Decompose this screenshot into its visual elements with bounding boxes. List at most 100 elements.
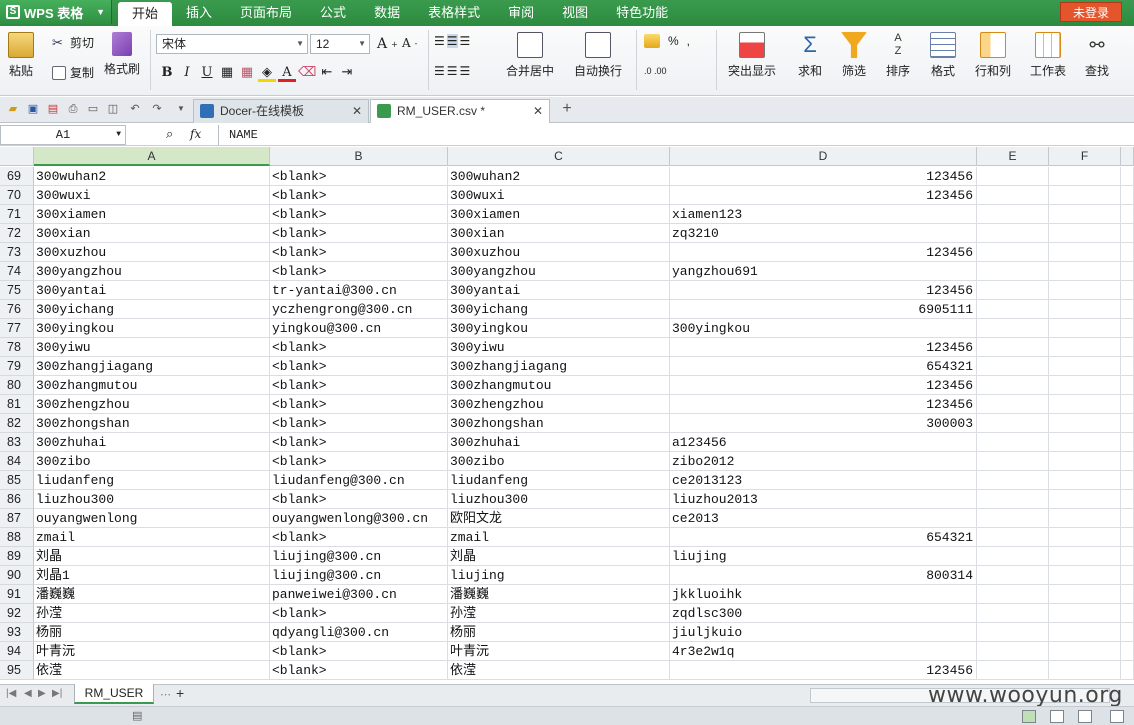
cell-a[interactable]: 300xiamen <box>34 205 270 224</box>
cell-f[interactable] <box>1049 186 1121 205</box>
preview-icon[interactable]: ◫ <box>106 102 120 116</box>
cell-a[interactable]: 300wuhan2 <box>34 167 270 186</box>
cell-d[interactable]: 4r3e2w1q <box>670 642 977 661</box>
zoom-icon[interactable]: ⌕ <box>166 126 173 142</box>
cell-b[interactable]: <blank> <box>270 167 448 186</box>
cell-c[interactable]: 300yingkou <box>448 319 670 338</box>
cell-b[interactable]: <blank> <box>270 395 448 414</box>
cell-c[interactable]: 依滢 <box>448 661 670 680</box>
cell-a[interactable]: 叶青沅 <box>34 642 270 661</box>
cell-c[interactable]: 300yantai <box>448 281 670 300</box>
cell-d[interactable]: 123456 <box>670 395 977 414</box>
cell-f[interactable] <box>1049 585 1121 604</box>
cell-c[interactable]: 刘晶 <box>448 547 670 566</box>
align-middle-icon[interactable]: ☰ <box>446 34 458 48</box>
fill-color-icon[interactable]: ◈ <box>258 64 276 82</box>
percent-button[interactable]: % <box>668 34 679 48</box>
cell-f[interactable] <box>1049 395 1121 414</box>
row-header[interactable]: 85 <box>0 471 34 490</box>
cell-e[interactable] <box>977 243 1049 262</box>
cell-e[interactable] <box>977 262 1049 281</box>
cell-a[interactable]: 刘晶 <box>34 547 270 566</box>
next-sheet-icon[interactable]: ▶ <box>38 688 46 699</box>
row-header[interactable]: 69 <box>0 167 34 186</box>
row-header[interactable]: 76 <box>0 300 34 319</box>
tab-docer[interactable]: Docer-在线模板 ✕ <box>193 99 369 123</box>
row-header[interactable]: 87 <box>0 509 34 528</box>
indent-increase-icon[interactable]: ⇥ <box>338 64 356 82</box>
cell-a[interactable]: 孙滢 <box>34 604 270 623</box>
cell-b[interactable]: liujing@300.cn <box>270 566 448 585</box>
cell-c[interactable]: 300xian <box>448 224 670 243</box>
cell-f[interactable] <box>1049 604 1121 623</box>
cell-d[interactable]: 123456 <box>670 167 977 186</box>
italic-button[interactable]: I <box>178 64 196 82</box>
column-header-a[interactable]: A <box>34 147 270 166</box>
cell-f[interactable] <box>1049 224 1121 243</box>
cell-c[interactable]: 杨丽 <box>448 623 670 642</box>
cell-c[interactable]: liujing <box>448 566 670 585</box>
cell-a[interactable]: 300yichang <box>34 300 270 319</box>
cell-d[interactable]: 300003 <box>670 414 977 433</box>
cell-c[interactable]: 300yangzhou <box>448 262 670 281</box>
quick-access-menu-icon[interactable]: ▼ <box>174 102 188 116</box>
cell-e[interactable] <box>977 376 1049 395</box>
cell-b[interactable]: liudanfeng@300.cn <box>270 471 448 490</box>
fx-icon[interactable]: fx <box>190 127 201 141</box>
highlight-button[interactable]: 突出显示 <box>728 32 776 79</box>
cell-f[interactable] <box>1049 414 1121 433</box>
cell-f[interactable] <box>1049 642 1121 661</box>
row-header[interactable]: 74 <box>0 262 34 281</box>
print-icon[interactable]: ⎙ <box>66 102 80 116</box>
cell-a[interactable]: ouyangwenlong <box>34 509 270 528</box>
row-header[interactable]: 81 <box>0 395 34 414</box>
font-name-select[interactable]: 宋体 ▼ <box>156 34 308 54</box>
cell-f[interactable] <box>1049 452 1121 471</box>
cell-e[interactable] <box>977 528 1049 547</box>
cell-f[interactable] <box>1049 243 1121 262</box>
cell-a[interactable]: 300yangzhou <box>34 262 270 281</box>
cell-b[interactable]: <blank> <box>270 414 448 433</box>
sum-button[interactable]: Σ 求和 <box>797 32 823 79</box>
row-header[interactable]: 72 <box>0 224 34 243</box>
cell-c[interactable]: 300yiwu <box>448 338 670 357</box>
cell-c[interactable]: liuzhou300 <box>448 490 670 509</box>
cell-d[interactable]: a123456 <box>670 433 977 452</box>
paste-button[interactable]: 粘贴 <box>8 32 34 79</box>
undo-icon[interactable]: ↶ <box>128 102 142 116</box>
cell-e[interactable] <box>977 433 1049 452</box>
add-sheet-button[interactable]: + <box>176 685 184 701</box>
cell-e[interactable] <box>977 585 1049 604</box>
cell-f[interactable] <box>1049 262 1121 281</box>
close-icon[interactable]: ✕ <box>352 100 362 122</box>
cell-e[interactable] <box>977 281 1049 300</box>
row-header[interactable]: 88 <box>0 528 34 547</box>
cell-b[interactable]: <blank> <box>270 490 448 509</box>
cell-e[interactable] <box>977 300 1049 319</box>
cell-d[interactable]: 123456 <box>670 338 977 357</box>
cell-d[interactable]: 654321 <box>670 528 977 547</box>
app-menu-button[interactable]: S WPS 表格 ▼ <box>0 0 112 24</box>
row-header[interactable]: 71 <box>0 205 34 224</box>
cell-e[interactable] <box>977 547 1049 566</box>
cell-e[interactable] <box>977 623 1049 642</box>
cell-d[interactable]: liuzhou2013 <box>670 490 977 509</box>
cell-f[interactable] <box>1049 471 1121 490</box>
prev-sheet-icon[interactable]: ◀ <box>24 688 32 699</box>
row-header[interactable]: 90 <box>0 566 34 585</box>
find-button[interactable]: ⚯ 查找 <box>1084 32 1110 79</box>
menu-item-7[interactable]: 视图 <box>548 0 602 26</box>
cell-e[interactable] <box>977 509 1049 528</box>
cell-d[interactable]: jkkluoihk <box>670 585 977 604</box>
formula-input[interactable]: NAME <box>218 125 1134 145</box>
row-header[interactable]: 91 <box>0 585 34 604</box>
cell-e[interactable] <box>977 566 1049 585</box>
cell-b[interactable]: qdyangli@300.cn <box>270 623 448 642</box>
cell-d[interactable]: ce2013123 <box>670 471 977 490</box>
cell-e[interactable] <box>977 604 1049 623</box>
row-header[interactable]: 83 <box>0 433 34 452</box>
cell-b[interactable]: <blank> <box>270 376 448 395</box>
column-header-c[interactable]: C <box>448 147 670 166</box>
cell-b[interactable]: <blank> <box>270 338 448 357</box>
cell-d[interactable]: ce2013 <box>670 509 977 528</box>
